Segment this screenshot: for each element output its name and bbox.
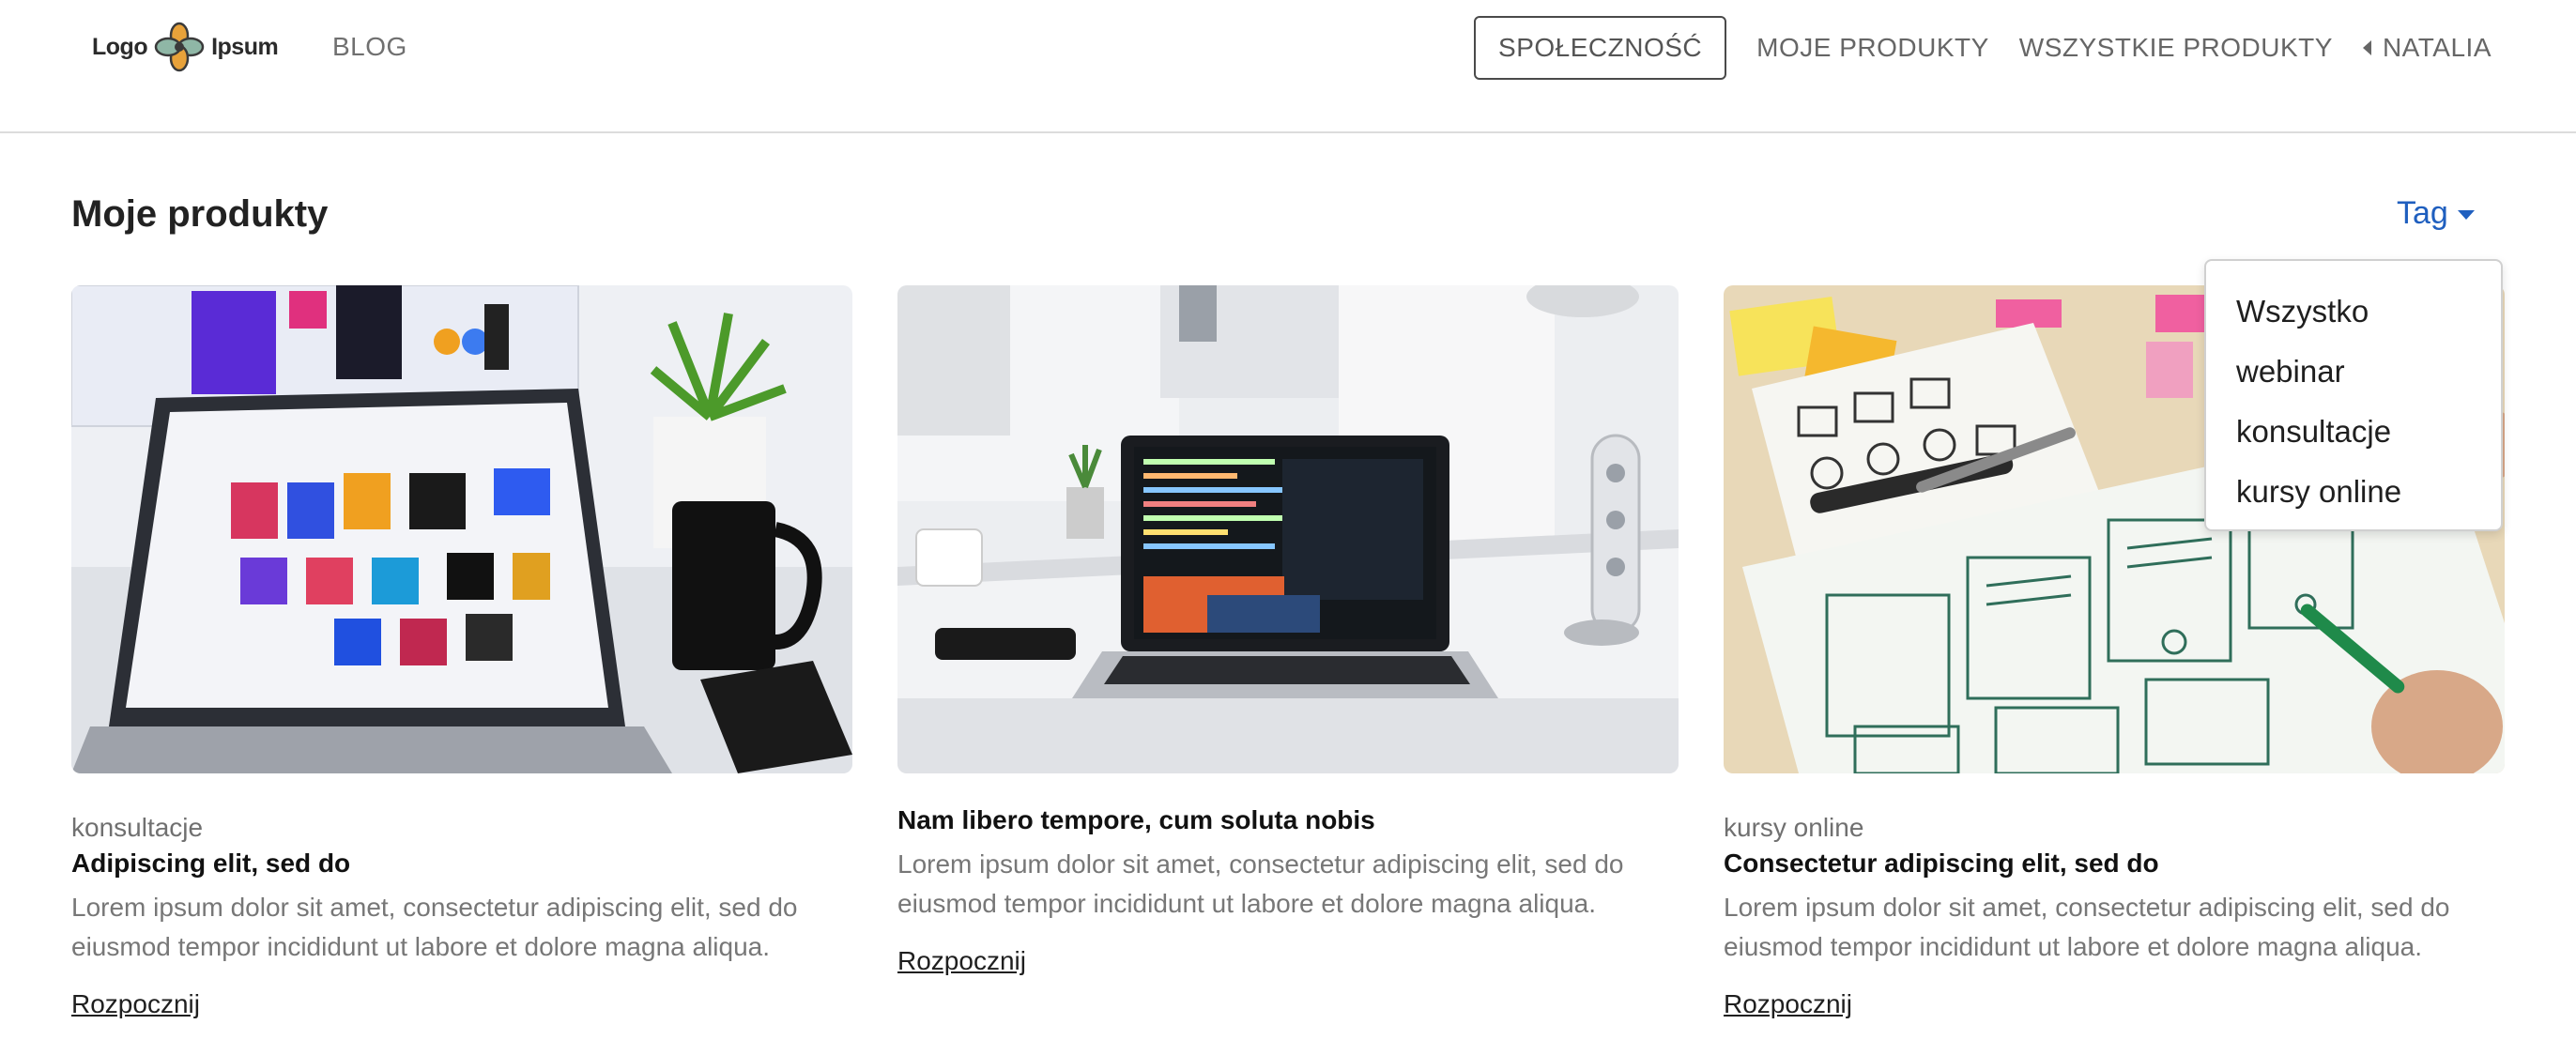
flower-logo-icon bbox=[154, 22, 205, 72]
page-title: Moje produkty bbox=[71, 193, 329, 235]
tag-filter-menu: Wszystko webinar konsultacje kursy onlin… bbox=[2204, 259, 2503, 531]
community-button[interactable]: SPOŁECZNOŚĆ bbox=[1474, 16, 1727, 80]
card-description: Lorem ipsum dolor sit amet, consectetur … bbox=[71, 893, 798, 961]
card-tag: kursy online bbox=[1724, 813, 1864, 842]
nav-link-my-products[interactable]: MOJE PRODUKTY bbox=[1756, 33, 1989, 63]
product-card: Nam libero tempore, cum soluta nobis Lor… bbox=[897, 285, 1679, 976]
product-card: konsultacje Adipiscing elit, sed do Lore… bbox=[71, 285, 852, 1019]
caret-left-icon bbox=[2362, 40, 2371, 55]
tag-option-consultations[interactable]: konsultacje bbox=[2206, 402, 2501, 462]
tag-filter-toggle[interactable]: Tag bbox=[2397, 195, 2475, 232]
start-link[interactable]: Rozpocznij bbox=[71, 989, 200, 1019]
nav-right: SPOŁECZNOŚĆ MOJE PRODUKTY WSZYSTKIE PROD… bbox=[1474, 16, 2492, 80]
tag-filter-label: Tag bbox=[2397, 195, 2448, 231]
product-image-laptop-code[interactable] bbox=[897, 285, 1679, 773]
card-tag: konsultacje bbox=[71, 813, 204, 842]
start-link[interactable]: Rozpocznij bbox=[897, 946, 1026, 976]
card-title: Nam libero tempore, cum soluta nobis bbox=[897, 805, 1375, 834]
logo[interactable]: Logo Ipsum bbox=[92, 21, 279, 73]
card-description: Lorem ipsum dolor sit amet, consectetur … bbox=[1724, 893, 2450, 961]
user-menu[interactable]: NATALIA bbox=[2362, 33, 2492, 63]
tag-option-webinar[interactable]: webinar bbox=[2206, 342, 2501, 402]
card-title: Consectetur adipiscing elit, sed do bbox=[1724, 849, 2159, 878]
nav-link-blog[interactable]: BLOG bbox=[332, 32, 407, 62]
top-navbar: Logo Ipsum BLOG SPOŁECZNOŚĆ MOJE PRODUKT… bbox=[0, 0, 2576, 133]
caret-down-icon bbox=[2457, 209, 2475, 220]
logo-text-left: Logo bbox=[92, 33, 148, 60]
start-link[interactable]: Rozpocznij bbox=[1724, 989, 1852, 1019]
tag-option-all[interactable]: Wszystko bbox=[2206, 282, 2501, 342]
logo-text-right: Ipsum bbox=[211, 33, 279, 60]
card-description: Lorem ipsum dolor sit amet, consectetur … bbox=[897, 849, 1624, 918]
card-title: Adipiscing elit, sed do bbox=[71, 849, 351, 878]
product-image-laptop-design[interactable] bbox=[71, 285, 852, 773]
nav-link-all-products[interactable]: WSZYSTKIE PRODUKTY bbox=[2019, 33, 2333, 63]
user-name: NATALIA bbox=[2382, 33, 2492, 62]
tag-option-online-courses[interactable]: kursy online bbox=[2206, 462, 2501, 522]
